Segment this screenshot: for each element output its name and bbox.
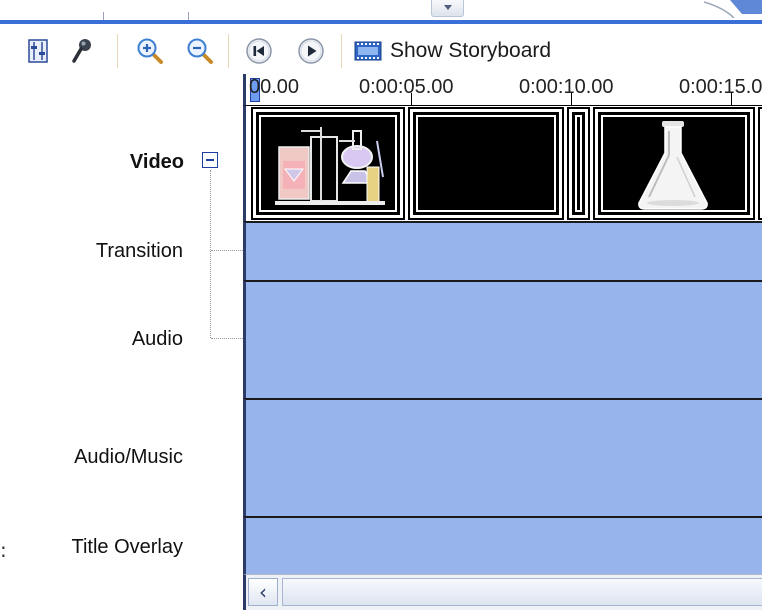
ruler-tick <box>571 93 572 105</box>
horizontal-scrollbar[interactable]: ‹ <box>243 574 762 610</box>
clip-thumbnail <box>259 115 397 212</box>
toolbar-separator <box>117 34 118 68</box>
toolbar-separator <box>228 34 229 68</box>
track-label-transition: Transition <box>95 240 183 262</box>
track-label-audio-music: Audio/Music <box>74 446 183 468</box>
rewind-button[interactable] <box>243 35 275 67</box>
time-ruler[interactable]: 00.00 0:00:05.00 0:00:10.00 0:00:15.0 <box>243 74 762 106</box>
clip-thumbnail <box>416 115 556 212</box>
title-overlay-track[interactable] <box>243 516 762 574</box>
splitter-grip[interactable] <box>431 0 464 17</box>
chevron-down-icon <box>444 5 452 10</box>
chevron-left-icon: ‹ <box>259 580 267 604</box>
play-icon <box>298 38 324 64</box>
video-track[interactable] <box>243 106 762 221</box>
zoom-in-button[interactable] <box>134 35 166 67</box>
rewind-icon <box>246 38 272 64</box>
play-button[interactable] <box>295 35 327 67</box>
tree-line <box>211 338 245 339</box>
clip-thumbnail <box>575 115 582 212</box>
clip-narrow[interactable] <box>567 107 590 220</box>
flask-image <box>603 117 745 210</box>
microphone-icon <box>72 39 91 63</box>
track-label-video: Video <box>129 151 184 173</box>
tree-line <box>211 250 245 251</box>
audio-levels-icon <box>28 39 48 63</box>
zoom-out-icon <box>187 38 213 64</box>
minus-icon <box>206 159 214 161</box>
clip-thumbnail <box>601 115 747 212</box>
top-strip <box>0 0 762 22</box>
transition-track[interactable] <box>243 221 762 282</box>
track-label-title-overlay: Title Overlay <box>71 536 183 558</box>
lab-apparatus-image <box>261 117 395 210</box>
show-storyboard-button[interactable]: Show Storyboard <box>354 35 551 67</box>
top-divider <box>0 20 762 24</box>
zoom-out-button[interactable] <box>184 35 216 67</box>
scrollbar-thumb[interactable] <box>282 578 762 606</box>
narrate-timeline-button[interactable] <box>66 35 98 67</box>
track-label-audio: Audio <box>131 328 183 350</box>
ruler-tick <box>411 93 412 105</box>
ruler-label: 00.00 <box>249 76 300 98</box>
zoom-in-icon <box>137 38 163 64</box>
toolbar-separator <box>341 34 342 68</box>
tree-line <box>210 170 211 338</box>
set-audio-levels-button[interactable] <box>22 35 54 67</box>
clip-lab-apparatus[interactable] <box>251 107 405 220</box>
scroll-left-button[interactable]: ‹ <box>248 578 278 606</box>
clip-black[interactable] <box>408 107 564 220</box>
filmstrip-icon <box>354 41 382 61</box>
edge-artifact: : <box>0 538 7 562</box>
show-storyboard-label: Show Storyboard <box>390 39 552 62</box>
ruler-tick <box>731 93 732 105</box>
audio-music-track[interactable] <box>243 398 762 518</box>
decorative-corner <box>704 0 762 18</box>
ruler-label: 0:00:10.00 <box>519 76 614 98</box>
collapse-video-button[interactable] <box>202 152 218 168</box>
ruler-label: 0:00:05.00 <box>359 76 454 98</box>
timeline: 00.00 0:00:05.00 0:00:10.00 0:00:15.0 ‹ <box>243 74 762 610</box>
audio-track[interactable] <box>243 280 762 399</box>
timeline-toolbar: Show Storyboard <box>0 26 762 74</box>
clip-flask[interactable] <box>593 107 755 220</box>
ruler-label: 0:00:15.0 <box>679 76 762 98</box>
